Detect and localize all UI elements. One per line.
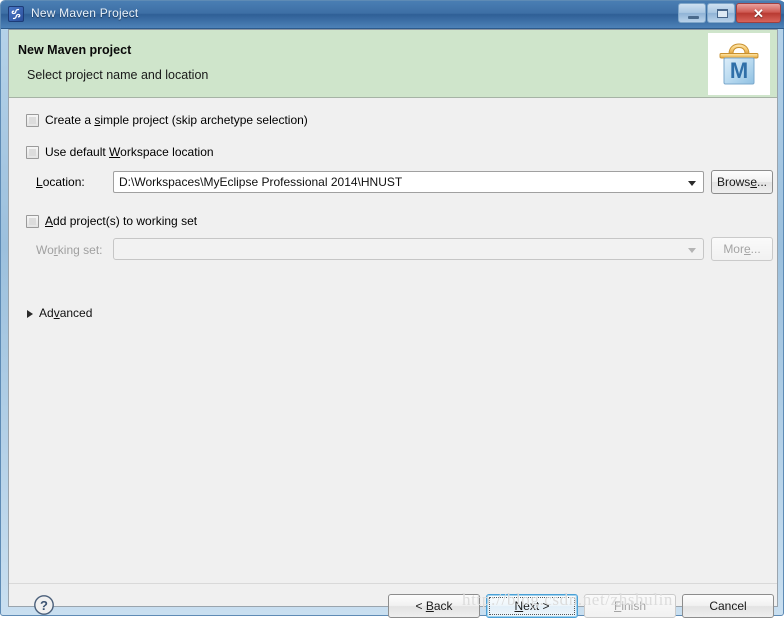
next-button[interactable]: Next > <box>486 594 578 618</box>
add-to-working-set-label: Add project(s) to working set <box>45 214 198 228</box>
simple-project-checkbox[interactable] <box>26 114 39 127</box>
help-button[interactable]: ? <box>33 594 55 616</box>
close-button[interactable]: ✕ <box>736 3 781 23</box>
dialog-footer: ? < Back Next > Finish Cancel <box>9 584 777 618</box>
svg-text:?: ? <box>40 598 48 613</box>
focus-indicator <box>489 597 575 615</box>
window-controls: ✕ <box>677 3 781 24</box>
chevron-down-icon <box>688 248 696 253</box>
dialog-window: New Maven Project ✕ New Maven project Se… <box>0 0 784 618</box>
maximize-icon <box>717 9 728 18</box>
close-icon: ✕ <box>753 6 764 21</box>
default-workspace-checkbox[interactable] <box>26 146 39 159</box>
page-title: New Maven project <box>18 43 132 57</box>
maven-project-icon: M <box>719 43 759 85</box>
minimize-icon <box>688 16 699 19</box>
location-combo[interactable]: D:\Workspaces\MyEclipse Professional 201… <box>113 171 704 193</box>
wizard-banner: New Maven project Select project name an… <box>9 30 777 98</box>
add-to-working-set-checkbox[interactable] <box>26 215 39 228</box>
advanced-label: Advanced <box>39 306 93 320</box>
chevron-right-icon[interactable] <box>27 310 33 318</box>
finish-button: Finish <box>584 594 676 618</box>
maximize-button[interactable] <box>707 3 735 23</box>
minimize-button[interactable] <box>678 3 706 23</box>
more-button: More... <box>711 237 773 261</box>
window-title: New Maven Project <box>31 6 139 20</box>
simple-project-label: Create a simple project (skip archetype … <box>45 113 308 127</box>
page-subtitle: Select project name and location <box>27 68 209 82</box>
wizard-form: Create a simple project (skip archetype … <box>9 99 777 583</box>
location-label: Location: <box>36 175 85 189</box>
cancel-button[interactable]: Cancel <box>682 594 774 618</box>
default-workspace-label: Use default Workspace location <box>45 145 214 159</box>
banner-icon-container: M <box>708 33 770 95</box>
working-set-combo <box>113 238 704 260</box>
location-input[interactable]: D:\Workspaces\MyEclipse Professional 201… <box>119 175 402 189</box>
browse-button[interactable]: Browse... <box>711 170 773 194</box>
dialog-client-area: New Maven project Select project name an… <box>8 29 778 618</box>
working-set-label: Working set: <box>36 243 103 257</box>
myeclipse-logo-icon <box>8 6 24 22</box>
chevron-down-icon[interactable] <box>688 181 696 186</box>
back-button[interactable]: < Back <box>388 594 480 618</box>
title-bar[interactable]: New Maven Project ✕ <box>1 1 784 29</box>
svg-text:M: M <box>730 58 748 83</box>
